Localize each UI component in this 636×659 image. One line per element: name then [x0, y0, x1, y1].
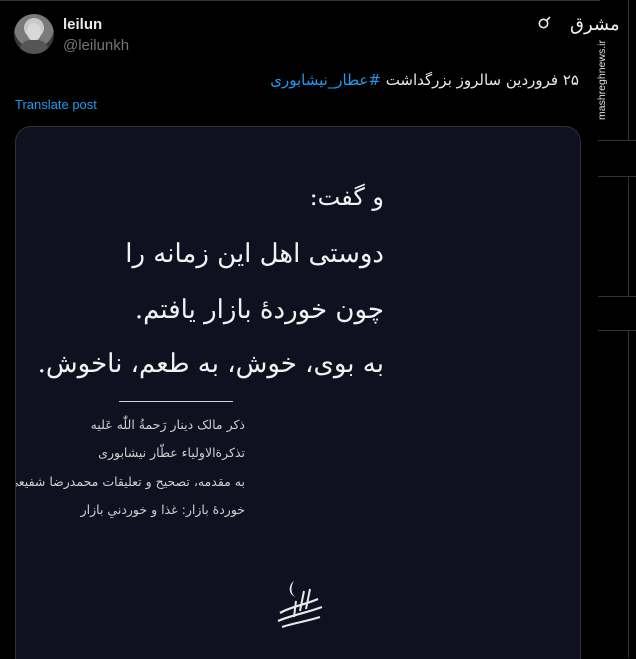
avatar[interactable]: [14, 14, 54, 54]
rail-line: [628, 0, 629, 140]
author-handle[interactable]: @leilunkh: [63, 37, 129, 54]
source-note: به مقدمه، تصحیح و تعلیقات محمدرضا شفیعی …: [16, 474, 245, 489]
source-note: خوردهٔ بازار: غذا و خوردنیِ بازار: [80, 502, 245, 517]
watermark-logo: مشرق: [570, 14, 620, 35]
tweet-text: ۲۵ فروردین سالروز بزرگداشت #عطار_نیشابور…: [270, 71, 579, 89]
watermark-site-text: mashreghnews.ir: [596, 40, 608, 120]
rail-card-edge: [598, 176, 636, 177]
poem-line: به بوی، خوش، به طعم، ناخوش.: [37, 349, 384, 379]
tweet-media-image[interactable]: و گفت: دوستی اهل این زمانه را چون خوردهٔ…: [15, 126, 581, 659]
author-name[interactable]: leilun: [63, 16, 102, 33]
watermark-site: mashreghnews.ir: [596, 40, 612, 120]
hashtag-link[interactable]: #عطار_نیشابوری: [270, 71, 381, 89]
source-note: تذکرةالاولیاء عطّار نیشابوری: [98, 445, 245, 460]
translate-post-link[interactable]: Translate post: [15, 97, 97, 112]
divider: [119, 401, 233, 402]
poem-line: چون خوردهٔ بازار یافتم.: [134, 295, 384, 325]
calligraphy-logo: [277, 581, 323, 628]
source-note: ذکر مالک دینار رَحمةُ اللّٰه عَلیه: [90, 417, 245, 432]
rail-card-edge: [598, 330, 636, 331]
grok-icon[interactable]: [537, 16, 551, 30]
rail-card-edge: [598, 296, 636, 297]
poem-line: و گفت:: [309, 183, 384, 211]
tweet-text-prefix: ۲۵ فروردین سالروز بزرگداشت: [380, 71, 579, 89]
rail-card-edge: [598, 140, 636, 141]
top-divider: [0, 0, 600, 1]
rail-line: [628, 330, 629, 658]
rail-line: [628, 176, 629, 296]
poem-line: دوستی اهل این زمانه را: [125, 239, 384, 269]
